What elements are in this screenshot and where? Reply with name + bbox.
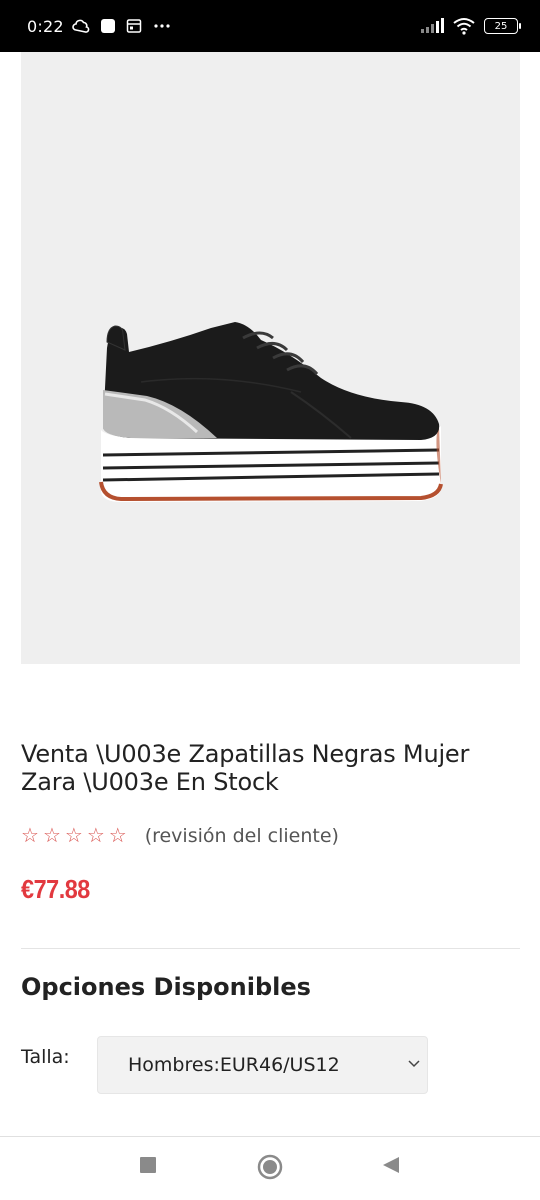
- app-square-icon: [100, 19, 115, 33]
- star-icon: ☆: [42, 825, 61, 847]
- status-time: 0:22: [27, 16, 64, 36]
- product-price: €77.88: [21, 874, 90, 904]
- options-heading: Opciones Disponibles: [21, 973, 311, 1001]
- status-right-icons: 25: [420, 17, 521, 35]
- battery-icon: 25: [484, 18, 521, 34]
- sneaker-illustration: [99, 322, 443, 502]
- more-dots-icon: [154, 24, 170, 28]
- review-link[interactable]: (revisión del cliente): [145, 825, 339, 847]
- divider: [21, 948, 520, 949]
- size-select-value: Hombres:EUR46/US12: [128, 1054, 340, 1076]
- rating-row: ☆ ☆ ☆ ☆ ☆ (revisión del cliente): [21, 822, 339, 850]
- signal-icon: [421, 18, 444, 33]
- notification-icons: [72, 18, 172, 34]
- system-nav-bar: [0, 1137, 540, 1200]
- size-select[interactable]: Hombres:EUR46/US12: [97, 1036, 428, 1094]
- recents-square-icon[interactable]: [138, 1155, 158, 1175]
- wifi-icon: [453, 18, 475, 35]
- star-icon: ☆: [64, 825, 83, 847]
- calendar-icon: [126, 19, 141, 33]
- star-icon: ☆: [108, 825, 127, 847]
- status-bar: 0:22 25: [0, 0, 540, 52]
- back-triangle-icon[interactable]: [381, 1155, 401, 1175]
- star-icon: ☆: [86, 825, 105, 847]
- star-icon: ☆: [21, 825, 39, 847]
- product-title: Venta \U003e Zapatillas Negras Mujer Zar…: [21, 740, 470, 796]
- product-image[interactable]: [21, 52, 520, 664]
- rating-stars[interactable]: ☆ ☆ ☆ ☆ ☆: [21, 822, 127, 850]
- home-circle-icon[interactable]: [257, 1154, 283, 1180]
- cloud-icon: [72, 19, 90, 33]
- chevron-down-icon: [408, 1060, 420, 1068]
- battery-level: 25: [494, 20, 508, 32]
- size-label: Talla:: [21, 1046, 70, 1068]
